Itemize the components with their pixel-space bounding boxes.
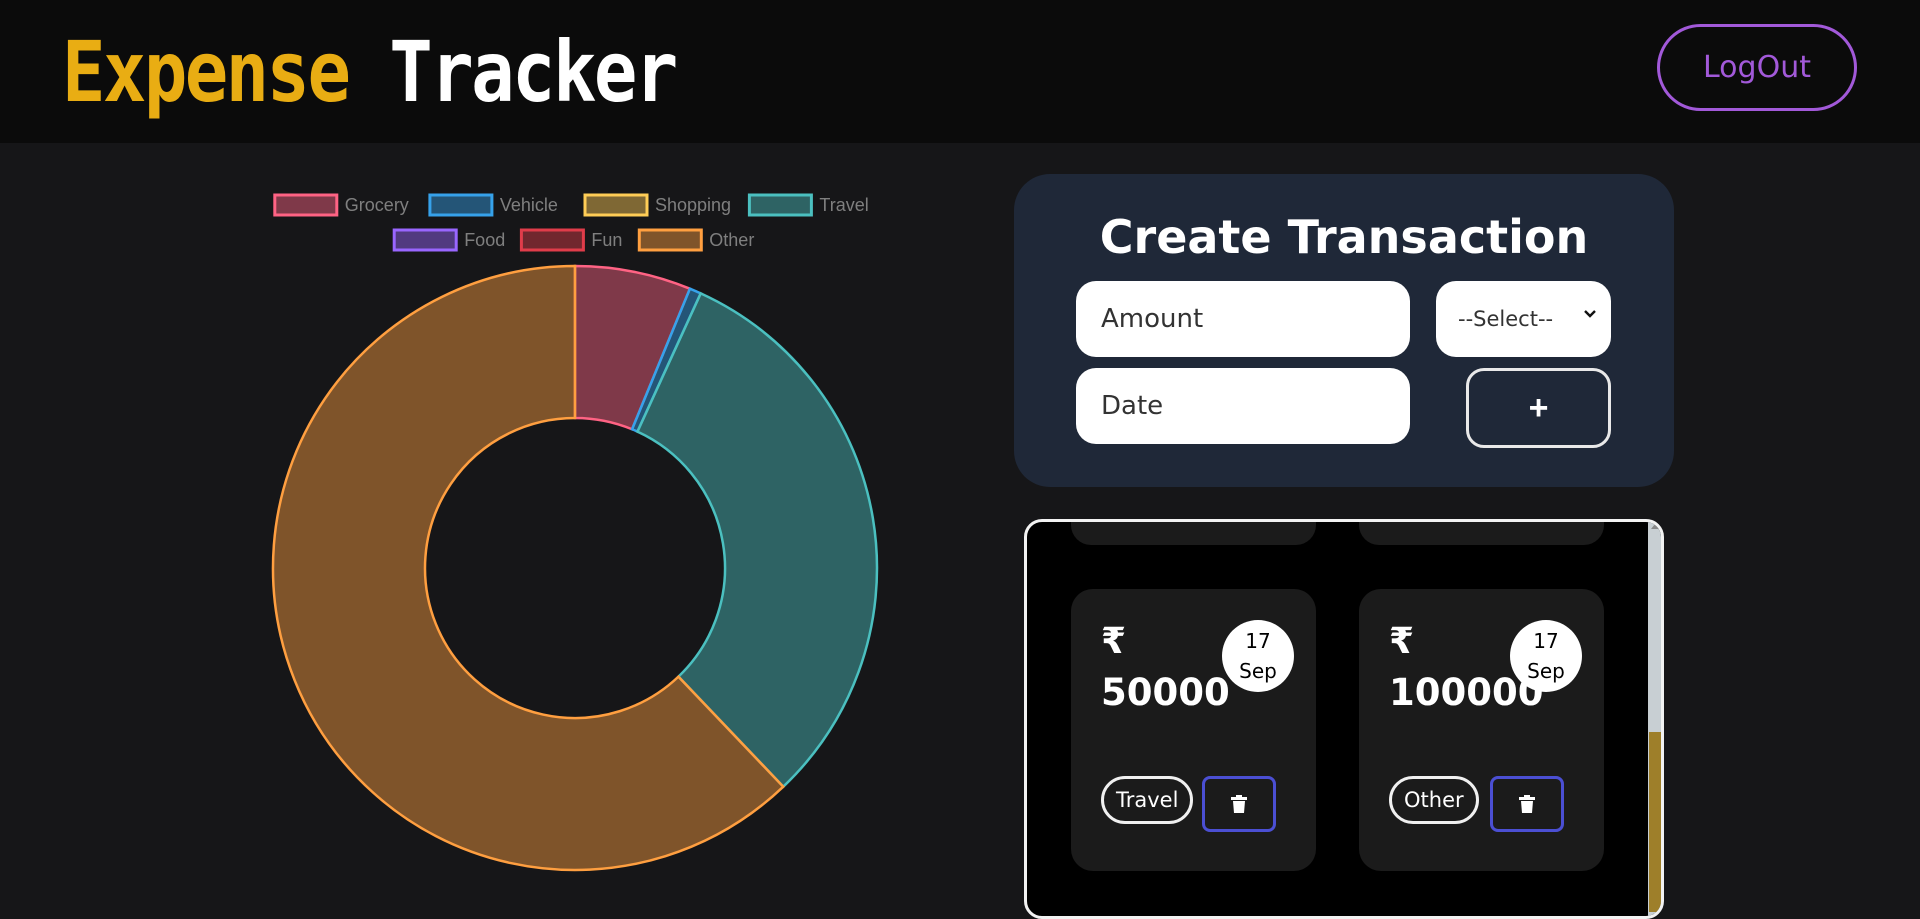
- date-badge: 17 Sep: [1510, 620, 1582, 692]
- logout-button[interactable]: LogOut: [1657, 24, 1857, 111]
- legend-label: Vehicle: [500, 195, 558, 215]
- transaction-list[interactable]: ₹ 50000 17 Sep Travel ₹ 100000 17 Sep Ot…: [1024, 519, 1664, 919]
- legend-item-other[interactable]: Other: [637, 228, 754, 252]
- scrollbar-thumb[interactable]: [1649, 732, 1661, 912]
- category-select-value: --Select--: [1458, 307, 1554, 331]
- trash-icon: [1231, 795, 1247, 813]
- legend-item-shopping[interactable]: Shopping: [583, 193, 731, 217]
- currency-symbol: ₹: [1101, 621, 1127, 662]
- legend-item-food[interactable]: Food: [392, 228, 505, 252]
- date-month: Sep: [1239, 659, 1277, 683]
- app-title-part1: Expense: [62, 23, 351, 121]
- date-badge: 17 Sep: [1222, 620, 1294, 692]
- app-header: Expense Tracker LogOut: [0, 0, 1920, 143]
- legend-item-fun[interactable]: Fun: [519, 228, 622, 252]
- legend-item-grocery[interactable]: Grocery: [273, 193, 409, 217]
- transaction-card: ₹ 100000 17 Sep Other: [1359, 589, 1604, 871]
- app-title-part2: Tracker: [389, 23, 678, 121]
- currency-symbol: ₹: [1389, 621, 1415, 662]
- scroll-up-arrow[interactable]: [1651, 524, 1659, 529]
- doughnut-chart-svg: Grocery Vehicle Shopping Travel Food Fun Other: [271, 193, 879, 872]
- date-month: Sep: [1527, 659, 1565, 683]
- legend-label: Food: [464, 230, 505, 250]
- legend-label: Grocery: [345, 195, 409, 215]
- category-pill: Travel: [1101, 776, 1194, 824]
- chevron-down-icon: [1584, 310, 1596, 318]
- trash-icon: [1519, 795, 1535, 813]
- legend-swatch: [273, 193, 339, 217]
- amount-input[interactable]: [1076, 281, 1410, 357]
- transaction-card-partial: [1359, 522, 1604, 545]
- legend-label: Travel: [819, 195, 868, 215]
- legend-swatch: [519, 228, 585, 252]
- legend-label: Fun: [591, 230, 622, 250]
- create-transaction-card: Create Transaction --Select-- +: [1014, 174, 1674, 487]
- delete-button[interactable]: [1202, 776, 1276, 832]
- create-transaction-title: Create Transaction: [1099, 210, 1589, 264]
- app-title: Expense Tracker: [62, 22, 678, 122]
- transaction-amount: 50000: [1101, 671, 1230, 714]
- delete-button[interactable]: [1490, 776, 1564, 832]
- date-day: 17: [1533, 629, 1559, 653]
- legend-swatch: [392, 228, 458, 252]
- category-pill: Other: [1389, 776, 1479, 824]
- legend-swatch: [583, 193, 649, 217]
- transaction-card-partial: [1071, 522, 1316, 545]
- scrollbar[interactable]: [1648, 522, 1661, 916]
- date-day: 17: [1245, 629, 1271, 653]
- legend-swatch: [747, 193, 813, 217]
- legend-item-travel[interactable]: Travel: [747, 193, 869, 217]
- legend-label: Other: [709, 230, 754, 250]
- legend-swatch: [428, 193, 494, 217]
- add-transaction-button[interactable]: +: [1466, 368, 1611, 448]
- transaction-card: ₹ 50000 17 Sep Travel: [1071, 589, 1316, 871]
- expense-chart: Grocery Vehicle Shopping Travel Food Fun Other: [0, 143, 1000, 908]
- legend-label: Shopping: [655, 195, 731, 215]
- legend-item-vehicle[interactable]: Vehicle: [428, 193, 558, 217]
- category-select[interactable]: --Select--: [1436, 281, 1611, 357]
- legend-swatch: [637, 228, 703, 252]
- date-input[interactable]: [1076, 368, 1410, 444]
